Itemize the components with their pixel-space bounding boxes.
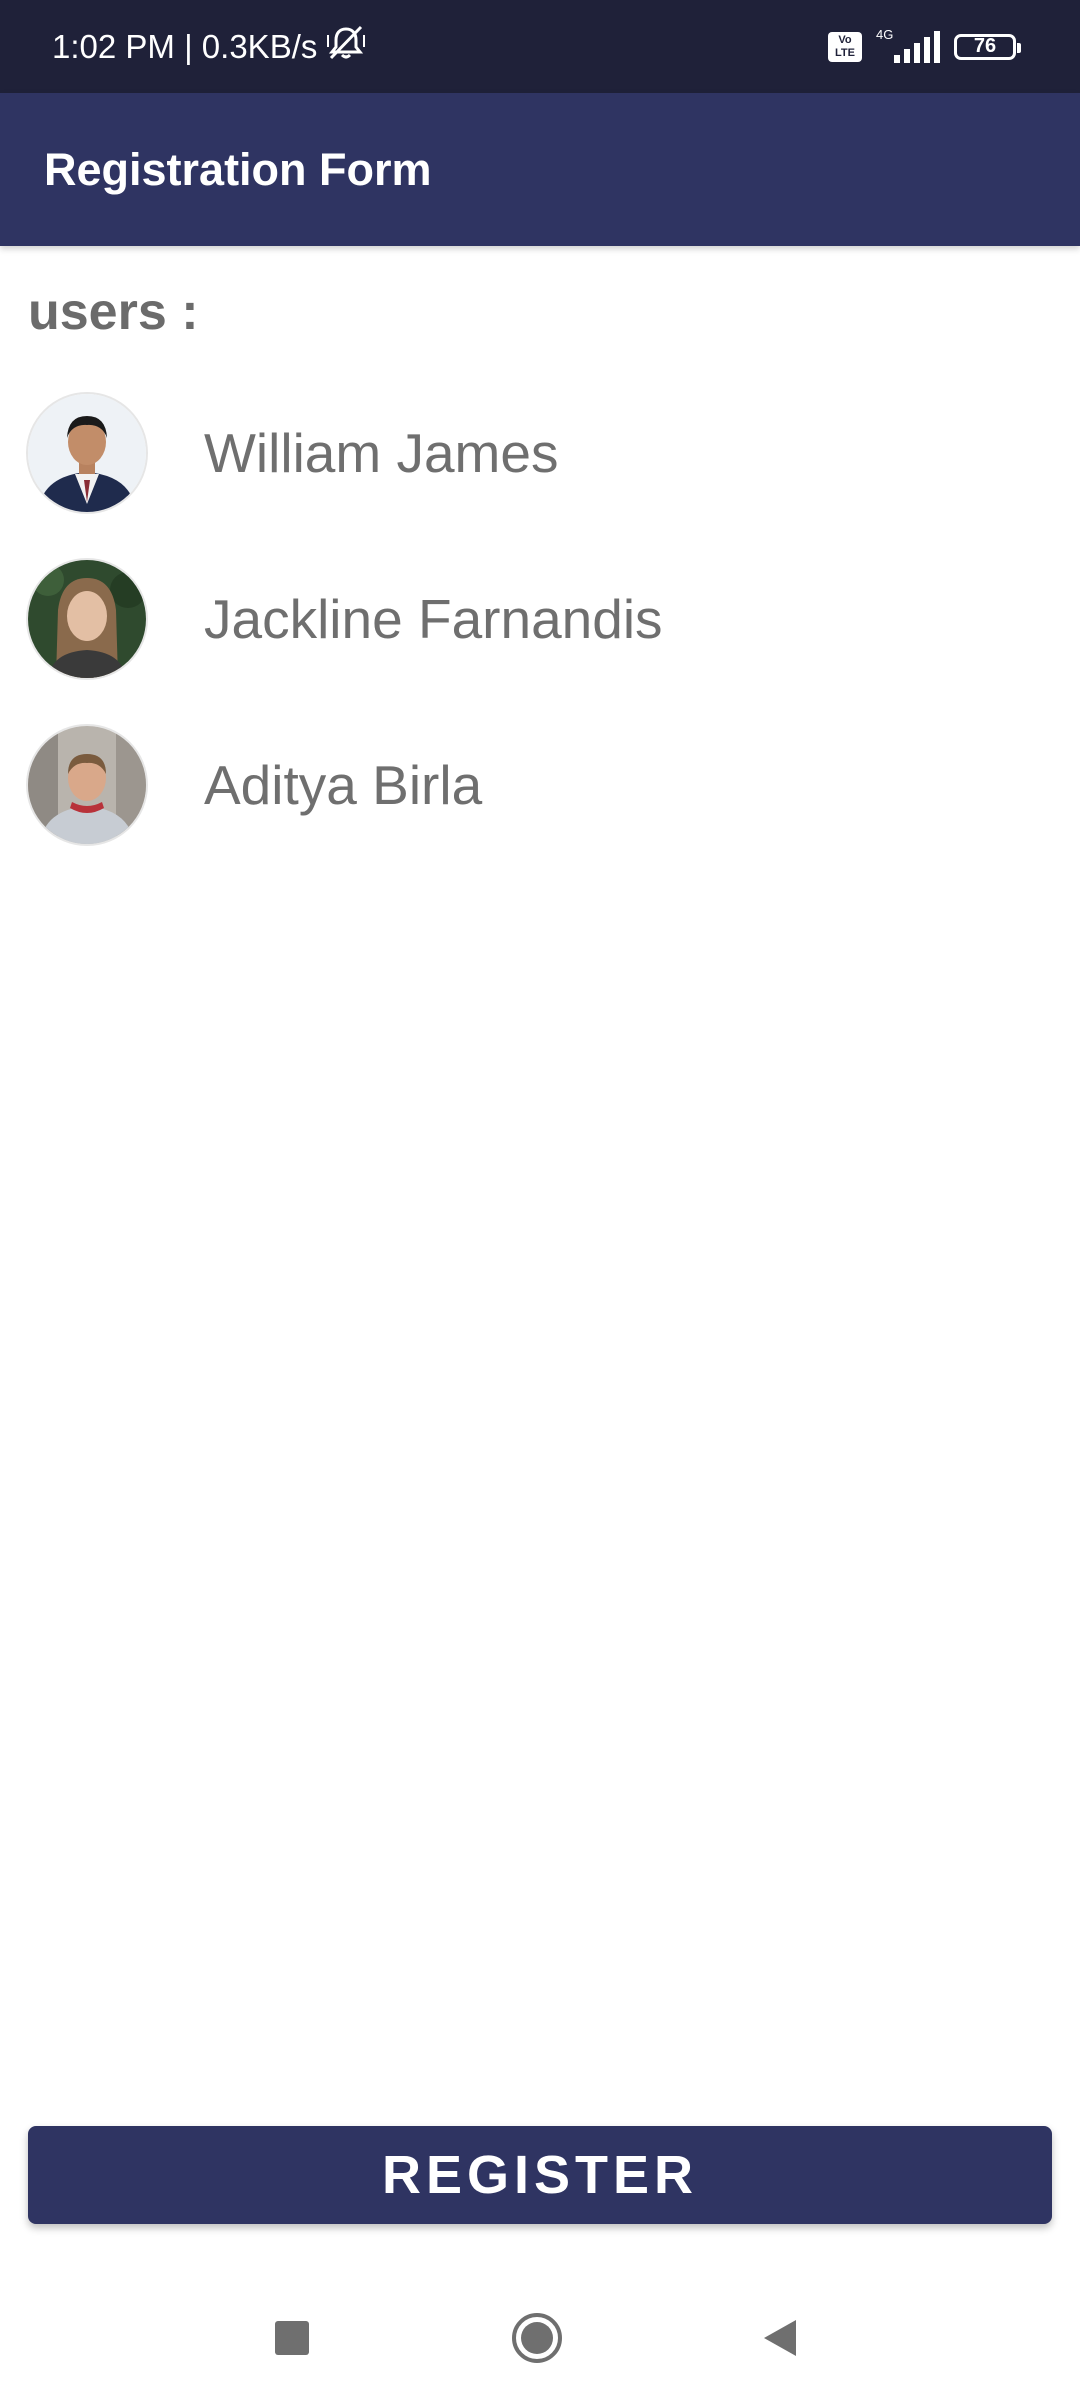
network-type: 4G bbox=[876, 26, 894, 42]
battery-icon: 76 bbox=[954, 33, 1021, 60]
user-name: Jackline Farnandis bbox=[204, 588, 663, 650]
signal-icon: 4G bbox=[876, 27, 940, 67]
recent-apps-icon[interactable] bbox=[264, 2310, 320, 2366]
volte-icon: Vo LTE bbox=[828, 31, 862, 62]
page-title: Registration Form bbox=[44, 143, 432, 195]
navigation-bar bbox=[0, 2270, 1080, 2400]
user-name: William James bbox=[204, 422, 559, 484]
users-section-label: users : bbox=[28, 283, 199, 341]
list-item[interactable]: William James bbox=[0, 370, 1080, 536]
app-bar: Registration Form bbox=[0, 93, 1080, 246]
home-icon[interactable] bbox=[509, 2310, 565, 2366]
register-button[interactable]: REGISTER bbox=[28, 2126, 1052, 2224]
list-item[interactable]: Aditya Birla bbox=[0, 702, 1080, 868]
avatar bbox=[28, 726, 146, 844]
status-right: Vo LTE 4G 76 bbox=[828, 0, 1021, 93]
battery-level: 76 bbox=[973, 35, 997, 57]
back-icon[interactable] bbox=[752, 2310, 808, 2366]
volte-bottom-text: LTE bbox=[835, 46, 855, 59]
mute-bell-icon bbox=[325, 25, 367, 69]
status-bar: 1:02 PM | 0.3KB/s Vo LTE 4G 76 bbox=[0, 0, 1080, 93]
avatar bbox=[28, 394, 146, 512]
status-time-speed: 1:02 PM | 0.3KB/s bbox=[52, 27, 318, 65]
avatar bbox=[28, 560, 146, 678]
user-name: Aditya Birla bbox=[204, 754, 483, 816]
status-left: 1:02 PM | 0.3KB/s bbox=[52, 0, 367, 93]
list-item[interactable]: Jackline Farnandis bbox=[0, 536, 1080, 702]
user-list: William James Jackline Farnandis Aditya … bbox=[0, 370, 1080, 868]
volte-top-text: Vo bbox=[838, 33, 852, 46]
